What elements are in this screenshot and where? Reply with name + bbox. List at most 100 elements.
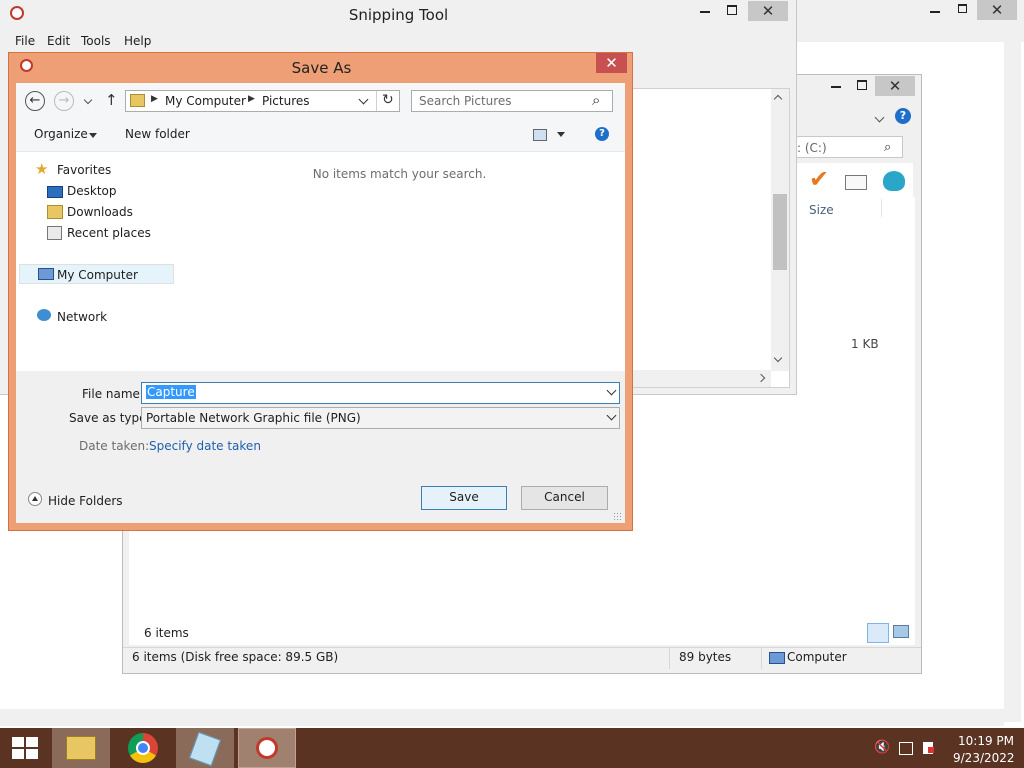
specify-date-link[interactable]: Specify date taken	[149, 439, 261, 453]
view-dropdown-icon[interactable]	[557, 132, 565, 137]
nav-favorites[interactable]: Favorites	[57, 163, 111, 177]
background-window-bottom-scrollbar[interactable]	[0, 709, 1004, 726]
taskbar-file-explorer[interactable]	[52, 728, 110, 768]
empty-folder-message: No items match your search.	[312, 167, 487, 181]
clock-date[interactable]: 9/23/2022	[953, 751, 1015, 765]
file-name-label: File name:	[82, 387, 144, 401]
snipping-minimize-button[interactable]	[690, 0, 720, 20]
network-icon	[37, 309, 51, 321]
explorer-search-box[interactable]: : (C:) ⌕	[783, 136, 903, 158]
nav-network[interactable]: Network	[57, 310, 107, 324]
nav-desktop[interactable]: Desktop	[67, 184, 117, 198]
status-disk-space: 6 items (Disk free space: 89.5 GB)	[132, 650, 339, 664]
save-as-type-value: Portable Network Graphic file (PNG)	[146, 411, 361, 425]
help-icon[interactable]: ?	[595, 127, 609, 141]
snip-horizontal-scrollbar[interactable]	[626, 370, 771, 387]
large-icons-view-icon[interactable]	[893, 625, 909, 638]
nav-downloads[interactable]: Downloads	[67, 205, 133, 219]
folder-icon	[130, 94, 145, 107]
clock-time[interactable]: 10:19 PM	[958, 734, 1014, 748]
explorer-item-count: 6 items	[144, 626, 189, 640]
search-icon: ⌕	[592, 91, 601, 109]
background-close-button[interactable]: ✕	[977, 0, 1017, 20]
search-pictures-box[interactable]: Search Pictures ⌕	[411, 90, 613, 112]
dialog-close-button[interactable]: ✕	[596, 53, 627, 73]
chrome-icon	[128, 733, 158, 763]
taskbar-chrome[interactable]	[114, 728, 172, 768]
hide-folders-button[interactable]: Hide Folders	[48, 494, 123, 508]
menu-help[interactable]: Help	[124, 34, 151, 48]
notepad-icon	[188, 731, 222, 767]
close-icon: ✕	[990, 1, 1004, 19]
column-header-size[interactable]: Size	[809, 203, 834, 217]
hide-folders-icon[interactable]	[28, 492, 42, 506]
search-icon: ⌕	[884, 140, 892, 155]
cancel-button[interactable]: Cancel	[521, 486, 608, 510]
taskbar-snipping-tool[interactable]	[238, 728, 296, 768]
breadcrumb-my-computer[interactable]: My Computer	[165, 94, 246, 108]
save-as-type-label: Save as type:	[69, 411, 151, 425]
date-taken-label: Date taken:	[79, 439, 150, 453]
forward-arrow-icon[interactable]: →	[54, 91, 74, 111]
explorer-close-button[interactable]: ✕	[875, 76, 915, 96]
explorer-maximize-button[interactable]	[847, 75, 877, 95]
downloads-folder-icon	[47, 205, 63, 219]
computer-icon	[38, 268, 54, 280]
background-minimize-button[interactable]	[920, 0, 950, 20]
new-folder-button[interactable]: New folder	[125, 127, 190, 141]
menu-file[interactable]: File	[15, 34, 35, 48]
scrollbar-thumb[interactable]	[773, 194, 787, 270]
menu-tools[interactable]: Tools	[81, 34, 111, 48]
address-bar[interactable]: ▶ My Computer ▶ Pictures ↻	[125, 90, 400, 112]
background-window-scrollbar[interactable]	[1004, 42, 1021, 722]
taskbar-notepad[interactable]	[176, 728, 234, 768]
explorer-address-dropdown[interactable]	[873, 112, 887, 127]
properties-icon[interactable]	[845, 175, 867, 190]
snipping-close-button[interactable]: ✕	[748, 1, 788, 21]
snip-vertical-scrollbar[interactable]	[771, 89, 789, 371]
desktop-icon	[47, 186, 63, 198]
recent-places-icon	[47, 226, 62, 240]
up-arrow-icon[interactable]: ↑	[105, 91, 118, 109]
save-as-type-select[interactable]: Portable Network Graphic file (PNG)	[141, 407, 620, 429]
menu-edit[interactable]: Edit	[47, 34, 70, 48]
nav-recent-places[interactable]: Recent places	[67, 226, 151, 240]
background-restore-button[interactable]	[947, 0, 977, 20]
breadcrumb-pictures[interactable]: Pictures	[262, 94, 310, 108]
file-name-input[interactable]: Capture	[141, 382, 620, 404]
snipping-maximize-button[interactable]	[717, 0, 747, 20]
close-icon: ✕	[605, 54, 618, 72]
save-as-type-dropdown-icon	[606, 410, 617, 421]
organize-dropdown-icon	[89, 133, 97, 138]
file-name-value-selected: Capture	[146, 385, 196, 399]
start-button[interactable]	[0, 728, 48, 768]
checkmark-icon[interactable]: ✔	[809, 165, 829, 193]
save-as-dialog: Save As ✕ ← → ↑ ▶ My Computer ▶ Pictures…	[8, 52, 633, 531]
address-dropdown-icon[interactable]	[358, 94, 369, 105]
navigation-pane: ★ Favorites Desktop Downloads Recent pla…	[16, 152, 174, 371]
close-icon: ✕	[761, 2, 775, 20]
shell-icon[interactable]	[883, 171, 905, 191]
file-name-dropdown-icon[interactable]	[606, 385, 617, 396]
snipping-tool-title: Snipping Tool	[348, 6, 449, 24]
help-icon[interactable]: ?	[895, 108, 911, 124]
save-button[interactable]: Save	[421, 486, 507, 510]
breadcrumb-separator-icon: ▶	[151, 94, 158, 104]
breadcrumb-separator-icon: ▶	[248, 94, 255, 104]
resize-grip-icon[interactable]	[613, 512, 622, 521]
refresh-icon[interactable]: ↻	[382, 92, 394, 108]
details-view-icon[interactable]	[867, 623, 889, 643]
volume-muted-icon[interactable]: 🔇	[874, 740, 890, 755]
action-center-icon[interactable]	[923, 742, 934, 754]
computer-icon	[769, 652, 785, 664]
back-arrow-icon[interactable]: ←	[25, 91, 45, 111]
nav-my-computer[interactable]: My Computer	[57, 268, 138, 282]
organize-button[interactable]: Organize	[34, 127, 88, 141]
search-placeholder: Search Pictures	[419, 94, 512, 108]
star-icon: ★	[35, 160, 49, 178]
status-location: Computer	[787, 650, 847, 664]
view-options-icon[interactable]	[533, 129, 547, 141]
close-icon: ✕	[888, 77, 902, 95]
column-divider[interactable]	[881, 199, 882, 217]
network-tray-icon[interactable]	[899, 742, 913, 755]
